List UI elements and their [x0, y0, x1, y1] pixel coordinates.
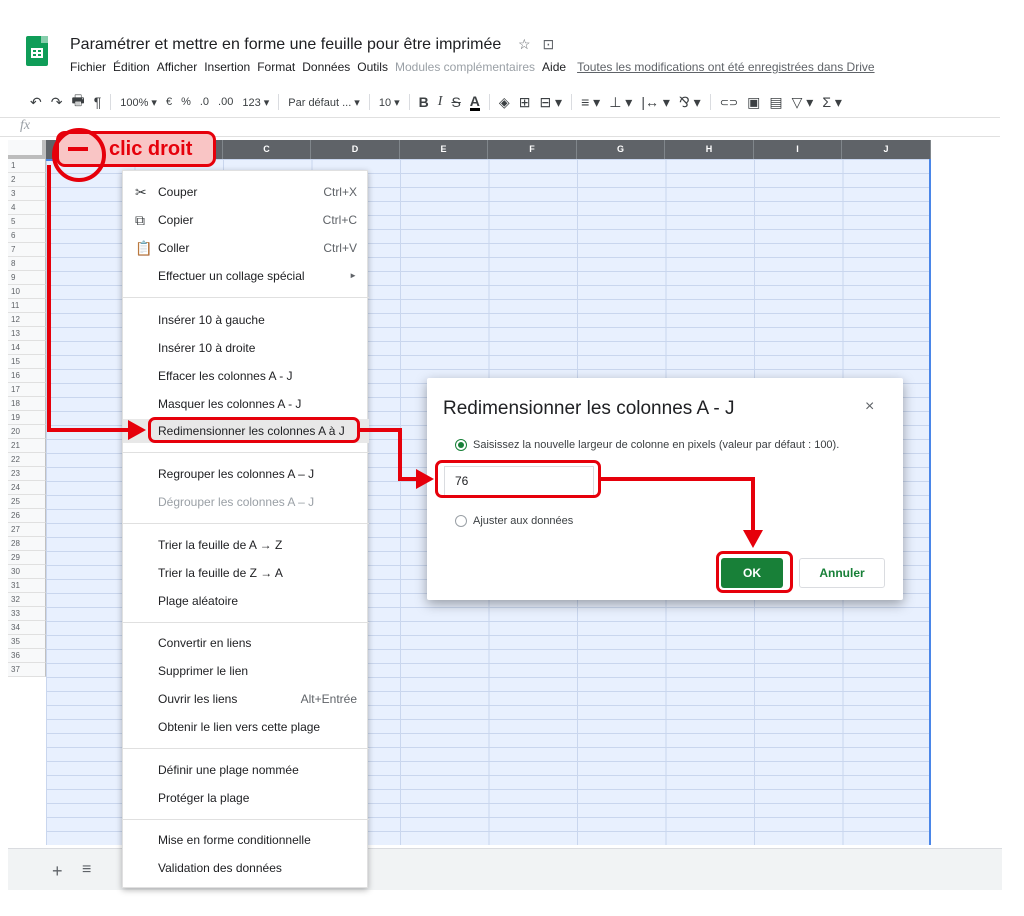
annotation-arrows — [47, 165, 763, 548]
arrow-to-ok-button — [601, 477, 755, 532]
arrowhead-resize — [128, 420, 146, 440]
arrowhead-input — [416, 469, 434, 489]
arrow-to-resize-item — [47, 165, 130, 432]
arrow-to-width-input — [360, 428, 418, 481]
arrowhead-ok — [743, 530, 763, 548]
